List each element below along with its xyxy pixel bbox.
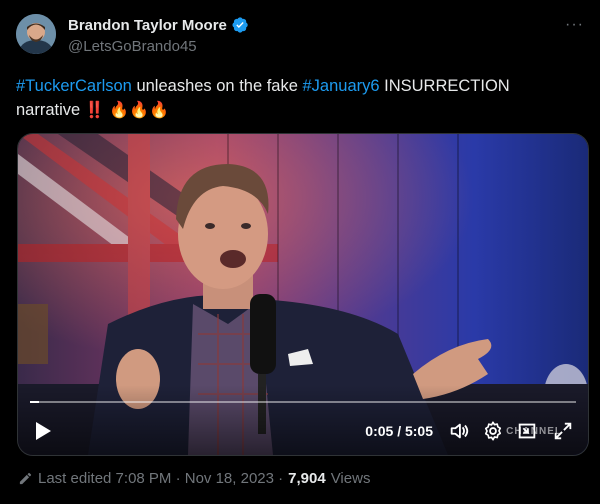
- fullscreen-icon[interactable]: [552, 420, 574, 442]
- avatar-image: [16, 14, 56, 54]
- volume-icon[interactable]: [448, 420, 470, 442]
- double-exclamation-emoji: ‼️: [84, 100, 105, 119]
- verified-badge-icon: [231, 16, 249, 34]
- avatar[interactable]: [16, 14, 56, 54]
- play-icon[interactable]: [34, 421, 52, 441]
- views-count: 7,904: [288, 470, 326, 487]
- tweet-text-segment: INSURRECTION: [379, 77, 510, 95]
- views-label: Views: [330, 470, 371, 487]
- tweet-meta: Last edited 7:08 PM · Nov 18, 2023 · 7,9…: [18, 470, 370, 487]
- video-player[interactable]: 0:05 / 5:05 CHANNEL: [17, 133, 589, 456]
- hashtag-link[interactable]: #TuckerCarlson: [16, 77, 132, 95]
- video-progress-fill: [30, 401, 39, 403]
- tweet-text-segment: narrative: [16, 101, 81, 119]
- author-name-row[interactable]: Brandon Taylor Moore: [68, 16, 249, 34]
- settings-icon[interactable]: [482, 420, 504, 442]
- more-icon[interactable]: ···: [565, 16, 584, 34]
- tweet-text-segment: unleashes on the fake: [131, 77, 303, 95]
- pencil-icon: [19, 472, 32, 485]
- fire-emoji: 🔥🔥🔥: [109, 100, 170, 119]
- video-time: 0:05 / 5:05: [365, 423, 433, 439]
- tweet-text: #TuckerCarlson unleashes on the fake #Ja…: [16, 74, 576, 122]
- hashtag-link[interactable]: #January6: [302, 77, 379, 95]
- video-progress-bar[interactable]: [30, 401, 576, 403]
- author-handle[interactable]: @LetsGoBrando45: [68, 38, 197, 55]
- edited-timestamp[interactable]: Last edited 7:08 PM · Nov 18, 2023 ·: [38, 470, 283, 487]
- author-display-name[interactable]: Brandon Taylor Moore: [68, 17, 227, 34]
